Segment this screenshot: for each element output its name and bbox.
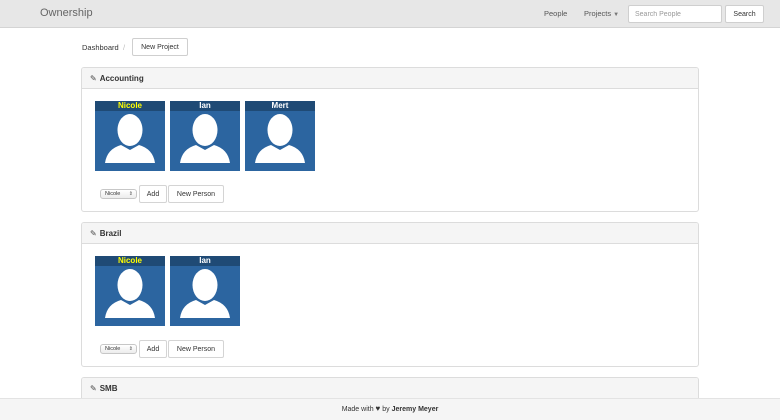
person-name: Ian bbox=[170, 101, 240, 111]
breadcrumb-dashboard[interactable]: Dashboard bbox=[82, 43, 119, 52]
project-panel-accounting: ✎ Accounting Nicole Ian Mert Nicole ⇕ Add… bbox=[81, 67, 699, 212]
pencil-icon[interactable]: ✎ bbox=[90, 384, 97, 393]
avatar-silhouette-icon bbox=[105, 114, 155, 163]
nav-projects-label: Projects bbox=[584, 9, 612, 18]
project-title[interactable]: SMB bbox=[100, 384, 118, 393]
select-arrows-icon: ⇕ bbox=[128, 346, 133, 352]
person-name: Nicole bbox=[95, 256, 165, 266]
nav-projects-dropdown[interactable]: Projects ▼ bbox=[584, 9, 619, 18]
person-card[interactable]: Ian bbox=[170, 101, 240, 171]
footer-by: by bbox=[382, 406, 390, 413]
brand-logo[interactable]: Ownership bbox=[40, 7, 93, 19]
person-card[interactable]: Nicole bbox=[95, 101, 165, 171]
person-card[interactable]: Mert bbox=[245, 101, 315, 171]
add-button[interactable]: Add bbox=[139, 340, 167, 358]
person-select[interactable]: Nicole ⇕ bbox=[100, 344, 137, 354]
panel-heading: ✎ SMB bbox=[82, 378, 698, 399]
person-select-value: Nicole bbox=[105, 346, 121, 352]
panel-heading: ✎ Brazil bbox=[82, 223, 698, 244]
avatar-silhouette-icon bbox=[180, 114, 230, 163]
navbar: Ownership People Projects ▼ Search bbox=[0, 0, 780, 28]
person-select[interactable]: Nicole ⇕ bbox=[100, 189, 137, 199]
footer-author: Jeremy Meyer bbox=[391, 406, 439, 413]
project-title[interactable]: Accounting bbox=[100, 74, 144, 83]
avatar-silhouette-icon bbox=[180, 269, 230, 318]
avatar-silhouette-icon bbox=[255, 114, 305, 163]
heart-icon: ♥ bbox=[375, 404, 381, 413]
search-button[interactable]: Search bbox=[725, 5, 764, 23]
person-card[interactable]: Nicole bbox=[95, 256, 165, 326]
project-title[interactable]: Brazil bbox=[100, 229, 122, 238]
add-button[interactable]: Add bbox=[139, 185, 167, 203]
select-arrows-icon: ⇕ bbox=[128, 191, 133, 197]
footer-made-with: Made with bbox=[341, 406, 374, 413]
person-name: Nicole bbox=[95, 101, 165, 111]
person-select-value: Nicole bbox=[105, 191, 121, 197]
new-project-button[interactable]: New Project bbox=[132, 38, 188, 56]
person-card[interactable]: Ian bbox=[170, 256, 240, 326]
new-person-button[interactable]: New Person bbox=[168, 185, 224, 203]
nav-people-link[interactable]: People bbox=[544, 9, 567, 18]
person-name: Ian bbox=[170, 256, 240, 266]
panel-heading: ✎ Accounting bbox=[82, 68, 698, 89]
footer: Made with ♥ by Jeremy Meyer bbox=[0, 398, 780, 420]
caret-down-icon: ▼ bbox=[613, 12, 620, 18]
project-panel-brazil: ✎ Brazil Nicole Ian Nicole ⇕ Add New Pers… bbox=[81, 222, 699, 367]
pencil-icon[interactable]: ✎ bbox=[90, 74, 97, 83]
breadcrumb-separator: / bbox=[123, 43, 126, 52]
search-input[interactable] bbox=[628, 5, 722, 23]
person-name: Mert bbox=[245, 101, 315, 111]
new-person-button[interactable]: New Person bbox=[168, 340, 224, 358]
avatar-silhouette-icon bbox=[105, 269, 155, 318]
pencil-icon[interactable]: ✎ bbox=[90, 229, 97, 238]
